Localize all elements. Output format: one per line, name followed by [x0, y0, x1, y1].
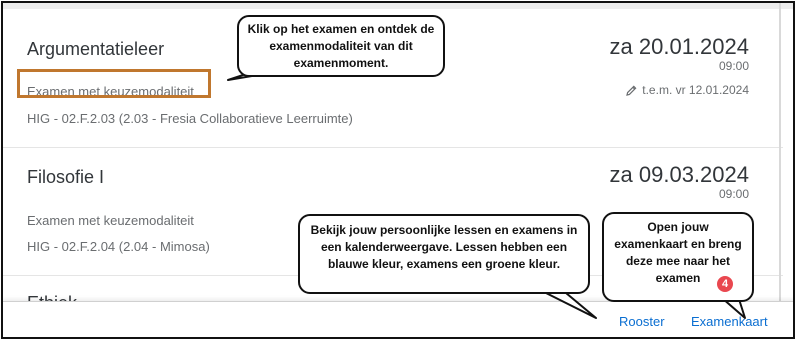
footer-toolbar: Rooster Examenkaart	[3, 301, 793, 337]
exam-title: Argumentatieleer	[27, 39, 165, 59]
exam-date: za 20.01.2024	[609, 34, 749, 59]
exam-date: za 09.03.2024	[609, 162, 749, 187]
examenkaart-button[interactable]: Examenkaart	[691, 314, 768, 329]
exam-time: 09:00	[718, 59, 749, 73]
modality-highlight	[17, 69, 211, 98]
rooster-button[interactable]: Rooster	[619, 314, 665, 329]
step-number-badge: 4	[717, 276, 733, 292]
annotation-bubble-rooster: Bekijk jouw persoonlijke lessen en exame…	[298, 214, 590, 294]
exam-until-text: t.e.m. vr 12.01.2024	[642, 83, 749, 97]
divider	[3, 147, 783, 148]
exam-title: Filosofie I	[27, 167, 105, 187]
exam-location: HIG - 02.F.2.04 (2.04 - Mimosa)	[27, 239, 210, 254]
exam-time: 09:00	[718, 187, 749, 201]
annotation-bubble-modality: Klik op het examen en ontdek de examenmo…	[237, 15, 445, 77]
vertical-scrollbar[interactable]	[779, 3, 781, 303]
exam-location: HIG - 02.F.2.03 (2.03 - Fresia Collabora…	[27, 111, 353, 126]
pencil-icon	[626, 85, 637, 96]
exam-until: t.e.m. vr 12.01.2024	[625, 83, 749, 97]
exam-modality: Examen met keuzemodaliteit	[27, 213, 194, 228]
